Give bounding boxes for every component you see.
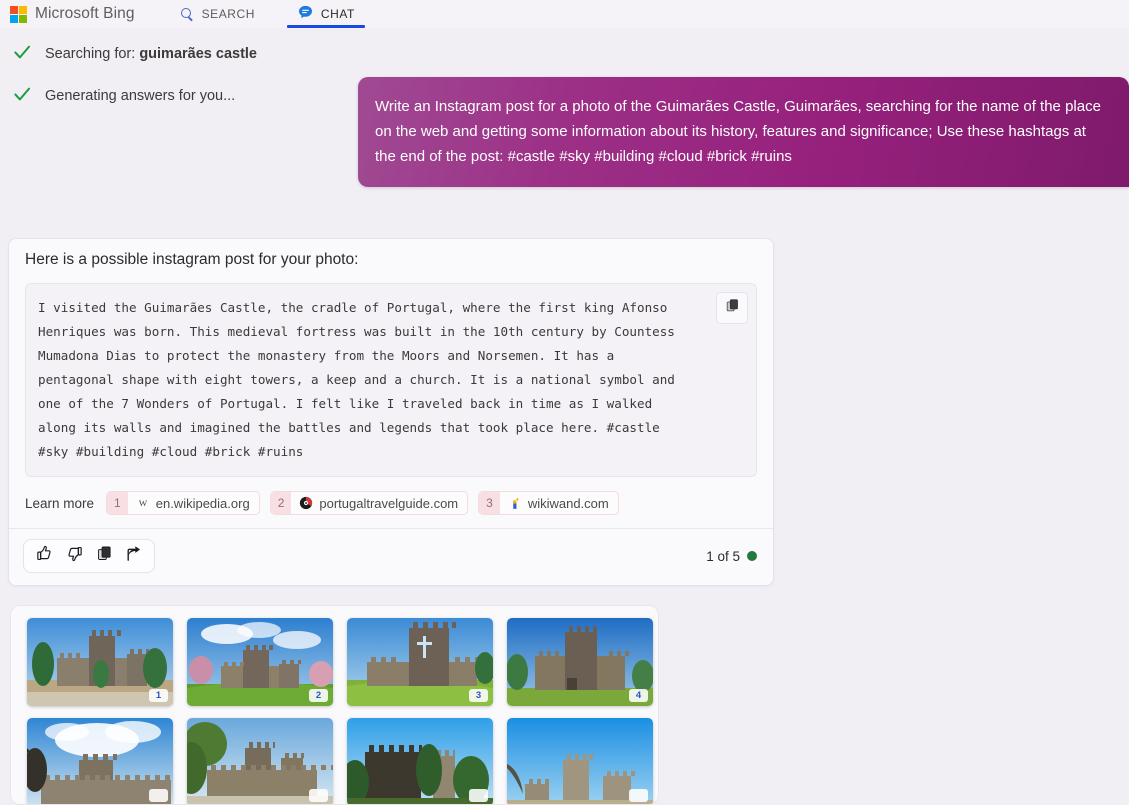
gallery-thumbnail[interactable] — [507, 718, 653, 804]
wikipedia-w-icon: W — [136, 496, 150, 510]
status-searching-prefix: Searching for: — [45, 46, 140, 62]
thumbnail-badge — [629, 789, 648, 802]
thumbnail-badge: 1 — [149, 689, 168, 702]
tab-chat-label: CHAT — [320, 7, 355, 21]
gallery-thumbnail[interactable]: 3 — [347, 618, 493, 706]
citation-number: 1 — [107, 492, 128, 514]
generated-post-text: I visited the Guimarães Castle, the crad… — [38, 300, 683, 459]
thumbnail-badge — [149, 789, 168, 802]
copy-post-button[interactable] — [716, 292, 748, 324]
chat-bubble-icon — [297, 4, 314, 24]
check-icon — [12, 42, 32, 66]
gallery-thumbnail[interactable] — [347, 718, 493, 804]
answer-counter-text: 1 of 5 — [706, 548, 740, 564]
tab-search[interactable]: SEARCH — [170, 0, 265, 28]
thumbnail-badge: 4 — [629, 689, 648, 702]
status-dot-icon — [747, 551, 757, 561]
gallery-thumbnail[interactable] — [27, 718, 173, 804]
citation-domain: en.wikipedia.org — [155, 495, 250, 511]
gallery-row-2 — [27, 718, 658, 804]
citation-number: 3 — [479, 492, 500, 514]
thumbnail-badge — [309, 789, 328, 802]
feedback-button-group — [23, 539, 155, 573]
image-results-gallery: 1 2 3 4 — [10, 605, 659, 805]
citation-domain: wikiwand.com — [527, 495, 609, 511]
copy-icon — [96, 545, 113, 567]
citations-row: Learn more 1 W en.wikipedia.org 2 portug… — [9, 477, 773, 529]
generated-post-block: I visited the Guimarães Castle, the crad… — [25, 283, 757, 477]
chat-area: Write an Instagram post for a photo of t… — [0, 42, 1129, 805]
citation-chip-1[interactable]: 1 W en.wikipedia.org — [106, 491, 260, 515]
thumbnail-badge: 2 — [309, 689, 328, 702]
answer-card: Here is a possible instagram post for yo… — [8, 238, 774, 586]
user-message-bubble: Write an Instagram post for a photo of t… — [358, 77, 1129, 187]
gallery-thumbnail[interactable]: 1 — [27, 618, 173, 706]
answer-actions: 1 of 5 — [9, 529, 773, 585]
status-searching-text: Searching for: guimarães castle — [45, 46, 257, 62]
thumbnail-badge — [469, 789, 488, 802]
status-generating-text: Generating answers for you... — [45, 88, 236, 104]
microsoft-logo-icon — [10, 5, 27, 23]
thumbs-up-button[interactable] — [33, 545, 55, 567]
answer-counter: 1 of 5 — [706, 549, 757, 564]
citation-chip-3[interactable]: 3 wikiwand.com — [478, 491, 619, 515]
tab-search-label: SEARCH — [201, 7, 255, 21]
brand-name: Microsoft Bing — [35, 5, 135, 22]
thumbs-down-icon — [65, 544, 84, 568]
citation-domain: portugaltravelguide.com — [319, 495, 459, 511]
search-query: guimarães castle — [139, 46, 257, 62]
search-icon — [180, 7, 195, 22]
gallery-row-1: 1 2 3 4 — [27, 618, 658, 706]
share-button[interactable] — [123, 545, 145, 567]
thumbnail-badge: 3 — [469, 689, 488, 702]
share-icon — [125, 544, 144, 568]
tab-chat[interactable]: CHAT — [286, 0, 365, 28]
portugaltravelguide-icon — [299, 496, 313, 510]
learn-more-label: Learn more — [25, 495, 95, 511]
copy-icon — [725, 298, 740, 318]
gallery-thumbnail[interactable] — [187, 718, 333, 804]
main-nav: SEARCH CHAT — [170, 0, 365, 28]
status-searching: Searching for: guimarães castle — [0, 42, 1129, 66]
wikiwand-icon — [508, 496, 522, 510]
bing-brand[interactable]: Microsoft Bing — [10, 5, 135, 23]
thumbs-up-icon — [35, 544, 54, 568]
citation-number: 2 — [270, 492, 292, 514]
gallery-thumbnail[interactable]: 2 — [187, 618, 333, 706]
gallery-thumbnail[interactable]: 4 — [507, 618, 653, 706]
app-header: Microsoft Bing SEARCH CHAT — [0, 0, 1129, 28]
check-icon — [12, 84, 32, 108]
citation-chip-2[interactable]: 2 portugaltravelguide.com — [269, 491, 469, 515]
thumbs-down-button[interactable] — [63, 545, 85, 567]
answer-intro: Here is a possible instagram post for yo… — [25, 251, 359, 268]
svg-text:W: W — [139, 498, 148, 508]
copy-answer-button[interactable] — [93, 545, 115, 567]
